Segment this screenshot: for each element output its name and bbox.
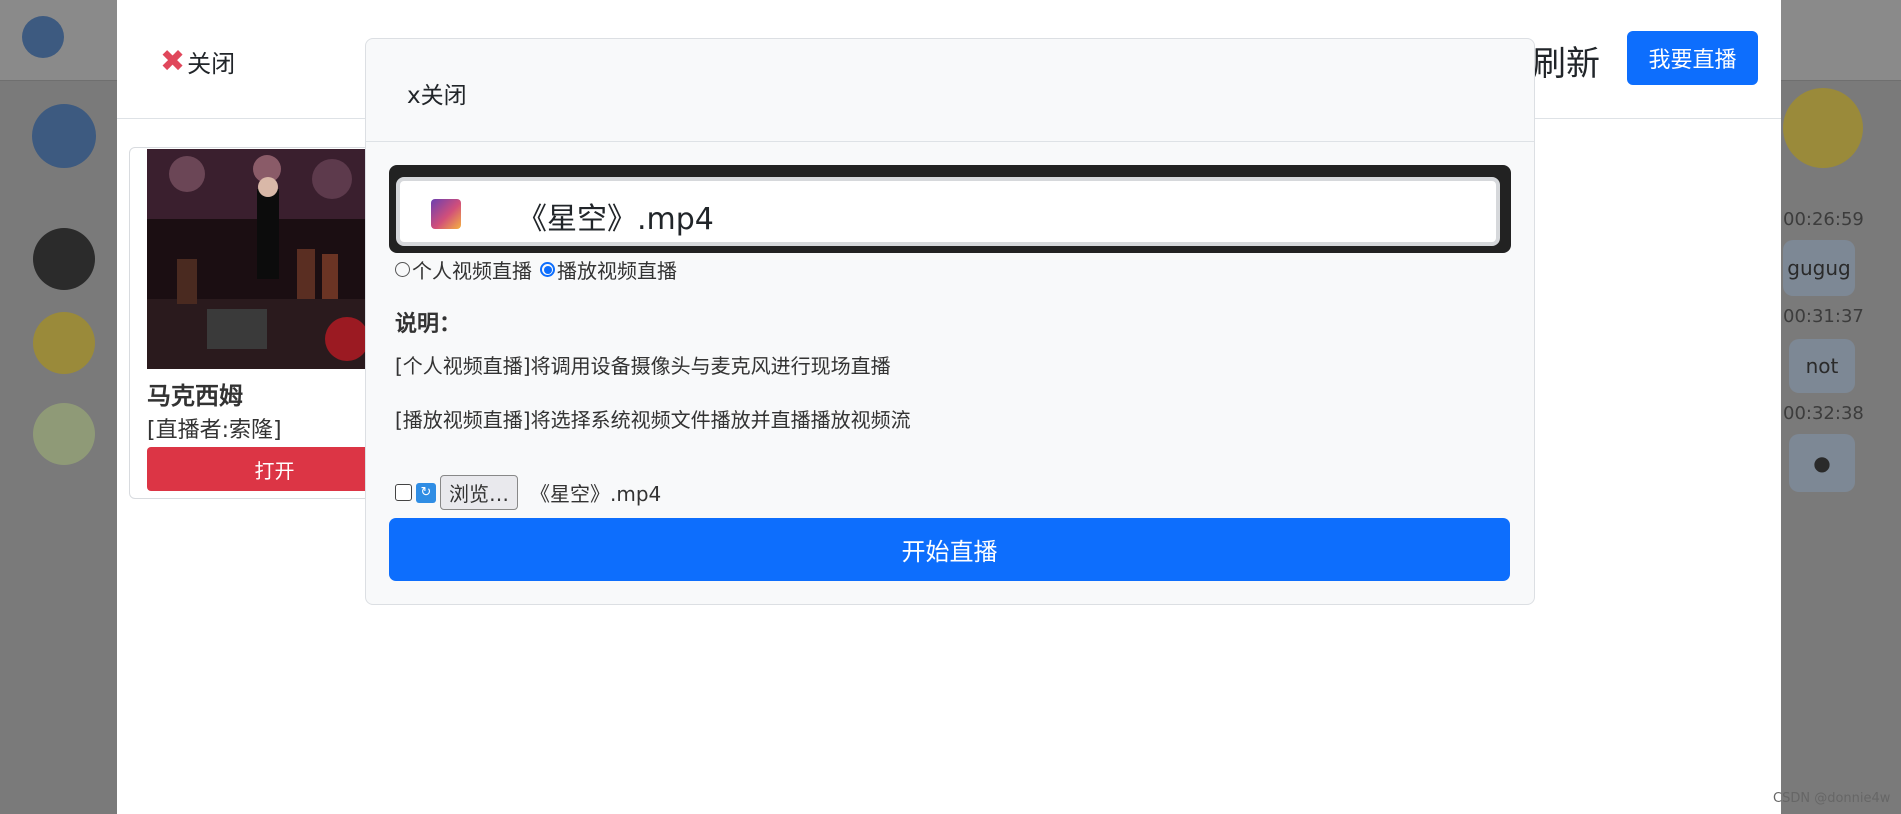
live-stream-card: 马克西姆 [直播者:索隆] 打开 — [129, 147, 402, 499]
start-live-button[interactable]: 开始直播 — [389, 518, 1510, 581]
live-list-close-button[interactable]: ✖ 关闭 — [160, 44, 235, 79]
repeat-icon: ↻ — [416, 482, 436, 503]
background-avatar — [33, 403, 95, 465]
loop-checkbox[interactable] — [395, 484, 412, 501]
radio-personal-live[interactable] — [395, 262, 410, 277]
file-input-value: 《星空》.mp4 — [530, 482, 662, 506]
background-avatar — [1783, 88, 1863, 168]
start-live-close-button[interactable]: x关闭 — [407, 76, 467, 110]
background-avatar — [33, 228, 95, 290]
radio-play-video-live[interactable] — [540, 262, 555, 277]
background-avatar — [32, 104, 96, 168]
selected-video-display: 《星空》.mp4 — [396, 177, 1500, 246]
refresh-button[interactable]: 刷新 — [1532, 36, 1600, 85]
background-message-bubble: not — [1789, 339, 1855, 393]
background-timestamp: 00:31:37 — [1783, 306, 1864, 327]
start-live-modal-header: x关闭 — [366, 39, 1534, 142]
close-label: 关闭 — [187, 50, 236, 78]
live-mode-radio-group: 个人视频直播 播放视频直播 — [395, 255, 677, 284]
radio-play-video-live-label[interactable]: 播放视频直播 — [557, 255, 677, 284]
video-file-icon — [431, 199, 461, 229]
stream-title: 马克西姆 — [147, 382, 243, 410]
close-icon: ✖ — [160, 43, 186, 79]
go-live-button[interactable]: 我要直播 — [1627, 31, 1758, 85]
background-timestamp: 00:26:59 — [1783, 209, 1864, 230]
radio-personal-live-label[interactable]: 个人视频直播 — [412, 255, 532, 284]
background-avatar — [33, 312, 95, 374]
selected-video-name: 《星空》.mp4 — [517, 202, 714, 237]
background-timestamp: 00:32:38 — [1783, 403, 1864, 424]
file-input-row: ↻ 浏览… 《星空》.mp4 — [395, 475, 661, 510]
description-line: [个人视频直播]将调用设备摄像头与麦克风进行现场直播 — [395, 354, 891, 378]
background-emoji-bubble: ● — [1789, 434, 1855, 492]
concert-thumbnail-image — [147, 149, 369, 369]
background-message-bubble: gugug — [1783, 240, 1855, 296]
background-avatar — [22, 16, 64, 58]
description-title: 说明： — [395, 312, 462, 337]
start-live-modal: x关闭 《星空》.mp4 个人视频直播 播放视频直播 说明： [个人视频直播]将… — [365, 38, 1535, 605]
watermark: CSDN @donnie4w — [1773, 791, 1891, 806]
open-stream-button[interactable]: 打开 — [147, 447, 402, 491]
stream-host: [直播者:索隆] — [147, 418, 282, 443]
browse-button[interactable]: 浏览… — [440, 475, 518, 510]
stream-thumbnail — [147, 149, 369, 369]
description-line: [播放视频直播]将选择系统视频文件播放并直播播放视频流 — [395, 408, 911, 432]
